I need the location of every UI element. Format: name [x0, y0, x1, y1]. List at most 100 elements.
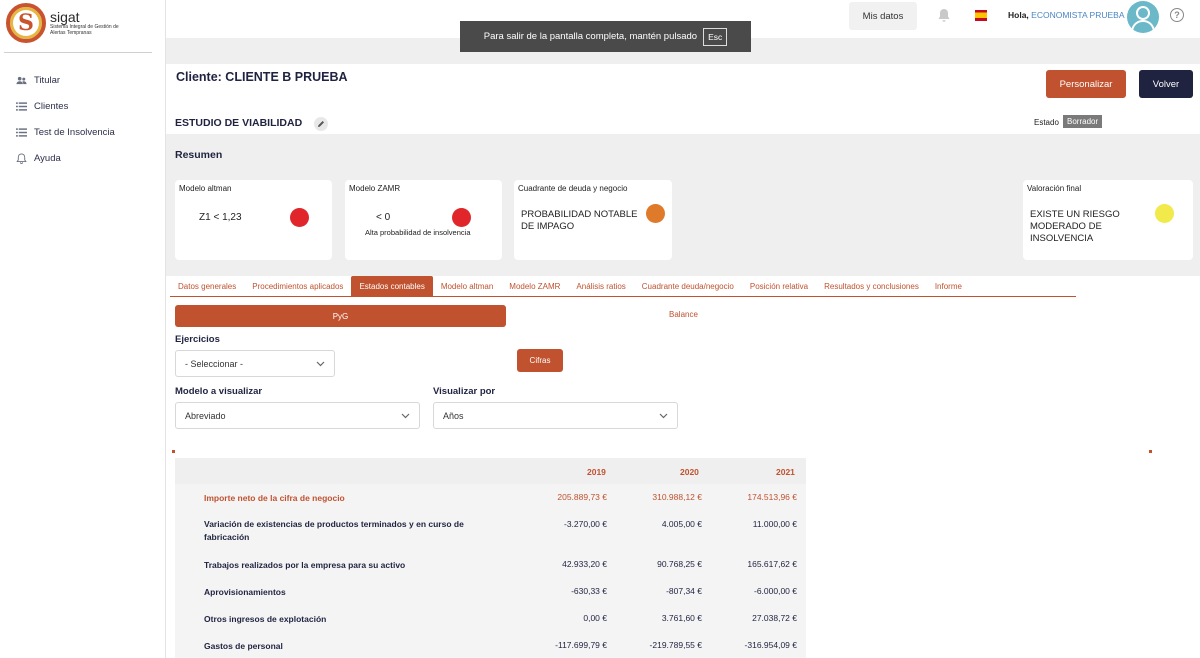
resumen-title: Resumen: [175, 149, 223, 161]
study-title: ESTUDIO DE VIABILIDAD: [175, 117, 303, 129]
tab-informe[interactable]: Informe: [927, 276, 970, 296]
row-label: Otros ingresos de explotación: [204, 614, 327, 624]
row-value: -6.000,00 €: [753, 586, 797, 596]
pyg-table: 2019 2020 2021 Importe neto de la cifra …: [175, 458, 806, 658]
ejercicios-select[interactable]: - Seleccionar -: [175, 350, 335, 377]
user-name[interactable]: ECONOMISTA PRUEBA: [1031, 10, 1124, 20]
client-title: Cliente: CLIENTE B PRUEBA: [176, 70, 348, 84]
tab-modelo-altman[interactable]: Modelo altman: [433, 276, 501, 296]
row-label: Trabajos realizados por la empresa para …: [204, 560, 406, 570]
card-valoracion-final: Valoración final EXISTE UN RIESGO MODERA…: [1023, 180, 1193, 260]
year-header: 2019: [587, 467, 606, 477]
select-value: Abreviado: [185, 410, 226, 421]
row-value: 11.000,00 €: [752, 519, 797, 529]
sidebar-menu: Titular Clientes Test de Insolvencia Ayu…: [16, 67, 115, 171]
row-value: -219.789,55 €: [649, 640, 702, 650]
sidebar-item-label: Clientes: [34, 100, 69, 112]
tab-posicion-relativa[interactable]: Posición relativa: [742, 276, 816, 296]
sidebar-item-titular[interactable]: Titular: [16, 67, 115, 93]
row-value: 90.768,25 €: [657, 559, 702, 569]
select-value: - Seleccionar -: [185, 358, 244, 369]
row-value: 205.889,73 €: [557, 492, 607, 502]
row-value: 165.617,62 €: [747, 559, 797, 569]
tab-datos-generales[interactable]: Datos generales: [170, 276, 244, 296]
card-title: Cuadrante de deuda y negocio: [518, 184, 628, 193]
risk-dot-red: [452, 208, 471, 227]
row-value: 3.761,60 €: [661, 613, 702, 623]
ejercicios-label: Ejercicios: [175, 334, 220, 345]
row-label: Variación de existencias de productos te…: [204, 519, 464, 542]
row-value: 27.038,72 €: [752, 613, 797, 623]
risk-dot-yellow: [1155, 204, 1174, 223]
card-title: Modelo altman: [179, 184, 232, 193]
chevron-down-icon: [659, 413, 668, 419]
tab-procedimientos[interactable]: Procedimientos aplicados: [244, 276, 351, 296]
tab-resultados[interactable]: Resultados y conclusiones: [816, 276, 927, 296]
card-cuadrante: Cuadrante de deuda y negocio PROBABILIDA…: [514, 180, 672, 260]
scroll-marker-right: [1149, 450, 1152, 453]
tab-analisis-ratios[interactable]: Análisis ratios: [568, 276, 633, 296]
bell-icon: [16, 152, 27, 164]
scroll-marker-left: [172, 450, 175, 453]
row-value: -3.270,00 €: [563, 519, 607, 529]
fullscreen-message: Para salir de la pantalla completa, mant…: [483, 31, 698, 42]
spain-flag-icon[interactable]: [975, 10, 987, 21]
edit-pencil-icon[interactable]: [314, 117, 328, 131]
fullscreen-exit-banner: Para salir de la pantalla completa, mant…: [460, 21, 751, 52]
modelo-label: Modelo a visualizar: [175, 386, 263, 397]
esc-key: Esc: [703, 27, 728, 46]
card-value: Z1 < 1,23: [199, 212, 242, 223]
modelo-select[interactable]: Abreviado: [175, 402, 420, 429]
help-icon[interactable]: ?: [1170, 8, 1184, 22]
row-value: 174.513,96 €: [747, 492, 797, 502]
sidebar-divider: [4, 52, 152, 53]
card-title: Modelo ZAMR: [349, 184, 401, 193]
card-title: Valoración final: [1027, 184, 1082, 193]
table-header: 2019 2020 2021: [175, 458, 806, 484]
row-value: -316.954,09 €: [744, 640, 797, 650]
notifications-bell-icon[interactable]: [937, 8, 951, 23]
year-header: 2020: [680, 467, 699, 477]
brand-name: sigat: [50, 9, 80, 25]
row-value: -117.699,79 €: [555, 640, 607, 650]
user-avatar-icon[interactable]: [1127, 1, 1159, 33]
card-value: EXISTE UN RIESGO MODERADO DE INSOLVENCIA: [1030, 209, 1120, 244]
brand-subtitle: Sistema Integral de Gestión de Alertas T…: [50, 24, 119, 36]
row-value: 42.933,20 €: [562, 559, 607, 569]
mis-datos-button[interactable]: Mis datos: [849, 2, 917, 30]
brand-logo[interactable]: S sigat Sistema Integral de Gestión de A…: [6, 3, 130, 43]
sidebar-item-label: Ayuda: [34, 152, 61, 164]
tab-cuadrante[interactable]: Cuadrante deuda/negocio: [634, 276, 742, 296]
chevron-down-icon: [401, 413, 410, 419]
sidebar-item-clientes[interactable]: Clientes: [16, 93, 115, 119]
list-icon: [16, 127, 27, 137]
row-value: 0,00 €: [583, 613, 607, 623]
sidebar-item-label: Test de Insolvencia: [34, 126, 115, 138]
sidebar-item-ayuda[interactable]: Ayuda: [16, 145, 115, 171]
risk-dot-orange: [646, 204, 665, 223]
visualizar-label: Visualizar por: [433, 386, 496, 397]
tab-modelo-zamr[interactable]: Modelo ZAMR: [501, 276, 568, 296]
estado-label: Estado: [1034, 118, 1059, 127]
card-value: PROBABILIDAD NOTABLE DE IMPAGO: [521, 209, 638, 232]
volver-button[interactable]: Volver: [1139, 70, 1193, 98]
cifras-button[interactable]: Cifras: [517, 349, 563, 372]
subtab-balance[interactable]: Balance: [669, 310, 698, 319]
tab-estados-contables[interactable]: Estados contables: [351, 276, 433, 296]
row-label: Aprovisionamientos: [204, 587, 286, 597]
card-value: < 0: [376, 212, 391, 223]
main-content: Cliente: CLIENTE B PRUEBA Personalizar V…: [166, 38, 1200, 658]
card-modelo-zamr: Modelo ZAMR < 0 Alta probabilidad de ins…: [345, 180, 502, 260]
row-label: Importe neto de la cifra de negocio: [204, 493, 345, 503]
subtab-pyg[interactable]: PyG: [175, 305, 506, 327]
visualizar-select[interactable]: Años: [433, 402, 678, 429]
row-value: -630,33 €: [571, 586, 607, 596]
personalizar-button[interactable]: Personalizar: [1046, 70, 1126, 98]
tab-bar: Datos generales Procedimientos aplicados…: [170, 276, 1076, 297]
sidebar-item-test-insolvencia[interactable]: Test de Insolvencia: [16, 119, 115, 145]
status-badge: Borrador: [1063, 115, 1103, 128]
sidebar-item-label: Titular: [34, 74, 61, 86]
row-value: 310.988,12 €: [652, 492, 702, 502]
logo-mark: S: [6, 3, 46, 43]
users-icon: [16, 76, 27, 84]
